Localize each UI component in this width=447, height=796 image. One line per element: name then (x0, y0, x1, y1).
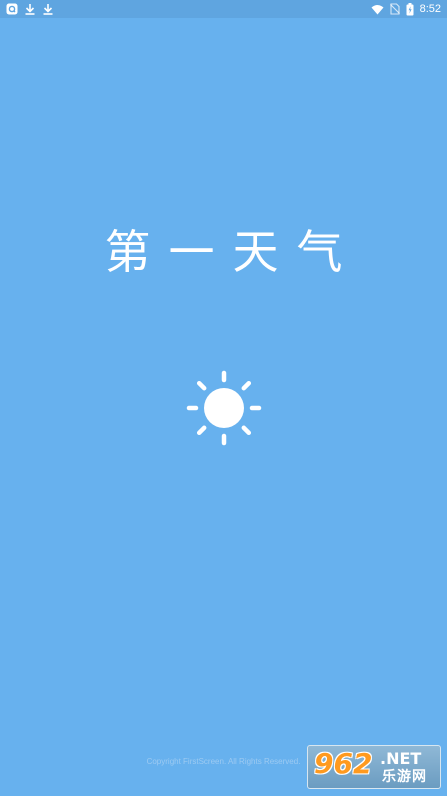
sun-icon (184, 368, 264, 448)
app-notification-icon (6, 3, 18, 15)
no-sim-icon (389, 3, 400, 15)
status-bar: 8:52 (0, 0, 447, 18)
status-time: 8:52 (419, 3, 441, 15)
status-bar-right: 8:52 (371, 2, 441, 16)
splash-screen: 8:52 第一天气 Copyright FirstScreen. All Rig… (0, 0, 447, 796)
download-icon (42, 3, 54, 15)
app-title: 第一天气 (104, 225, 361, 279)
status-bar-left (6, 2, 54, 16)
wifi-icon (371, 4, 384, 15)
battery-icon (406, 2, 414, 16)
watermark-number: 962 (314, 747, 373, 780)
watermark-domain: .NET (380, 749, 422, 768)
watermark-logo: 962 .NET 乐游网 (307, 745, 441, 789)
watermark-subtitle: 乐游网 (382, 769, 427, 785)
download-icon (24, 3, 36, 15)
